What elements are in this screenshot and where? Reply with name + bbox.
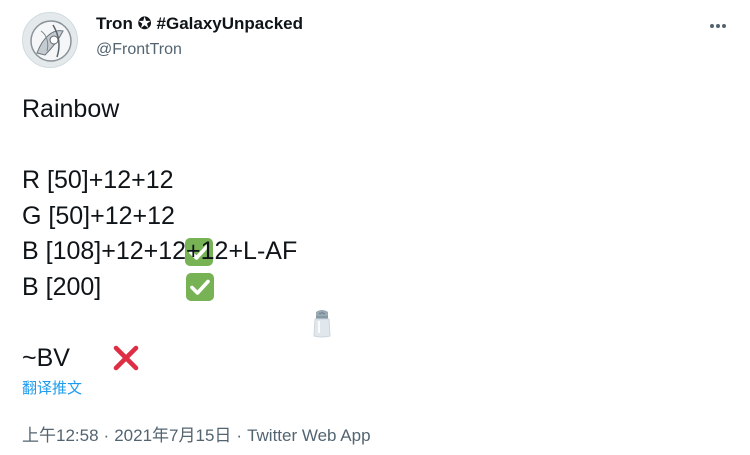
more-options-icon[interactable] xyxy=(704,14,732,38)
meta-separator: · xyxy=(236,426,243,445)
tweet-line-text: ~BV xyxy=(22,343,70,372)
meta-separator: · xyxy=(103,426,110,445)
tweet-line: G [50]+12+12 xyxy=(22,199,722,302)
check-mark-icon xyxy=(184,166,214,266)
avatar[interactable] xyxy=(22,12,78,68)
salt-shaker-icon xyxy=(307,237,337,338)
tweet-line: Rainbow xyxy=(22,92,722,128)
tweet-line-text: B [108]+12+12+12+L-AF xyxy=(22,237,298,265)
tweet-line: R [50]+12+12 xyxy=(22,163,722,266)
tweet-line-text: R [50]+12+12 xyxy=(22,166,174,194)
tweet-line: B [108]+12+12+12+L-AF xyxy=(22,234,722,338)
tweet-line-text: B [200] xyxy=(22,272,102,301)
tweet-timestamp[interactable]: 上午12:58 · 2021年7月15日 xyxy=(22,426,231,445)
check-mark-icon xyxy=(185,201,215,302)
tweet-source-link[interactable]: Twitter Web App xyxy=(247,426,370,445)
author-display-name[interactable]: Tron ✪ #GalaxyUnpacked xyxy=(96,14,303,34)
translate-tweet-link[interactable]: 翻译推文 xyxy=(22,377,82,398)
avatar-image xyxy=(23,13,77,67)
author-handle[interactable]: @FrontTron xyxy=(96,41,182,59)
cross-mark-icon xyxy=(111,272,141,371)
tweet-date: 2021年7月15日 xyxy=(114,426,232,445)
tweet-text: Rainbow R [50]+12+12 G [50]+12+12 B [108… xyxy=(22,92,722,376)
tweet-line-text: G [50]+12+12 xyxy=(22,201,175,230)
tweet-time: 上午12:58 xyxy=(22,426,99,445)
tweet-metadata: 上午12:58 · 2021年7月15日 · Twitter Web App xyxy=(22,421,371,446)
tweet-line: B [200] xyxy=(22,270,722,371)
tweet-card: Tron ✪ #GalaxyUnpacked @FrontTron Rainbo… xyxy=(0,0,750,455)
tweet-line-text: Rainbow xyxy=(22,95,120,123)
